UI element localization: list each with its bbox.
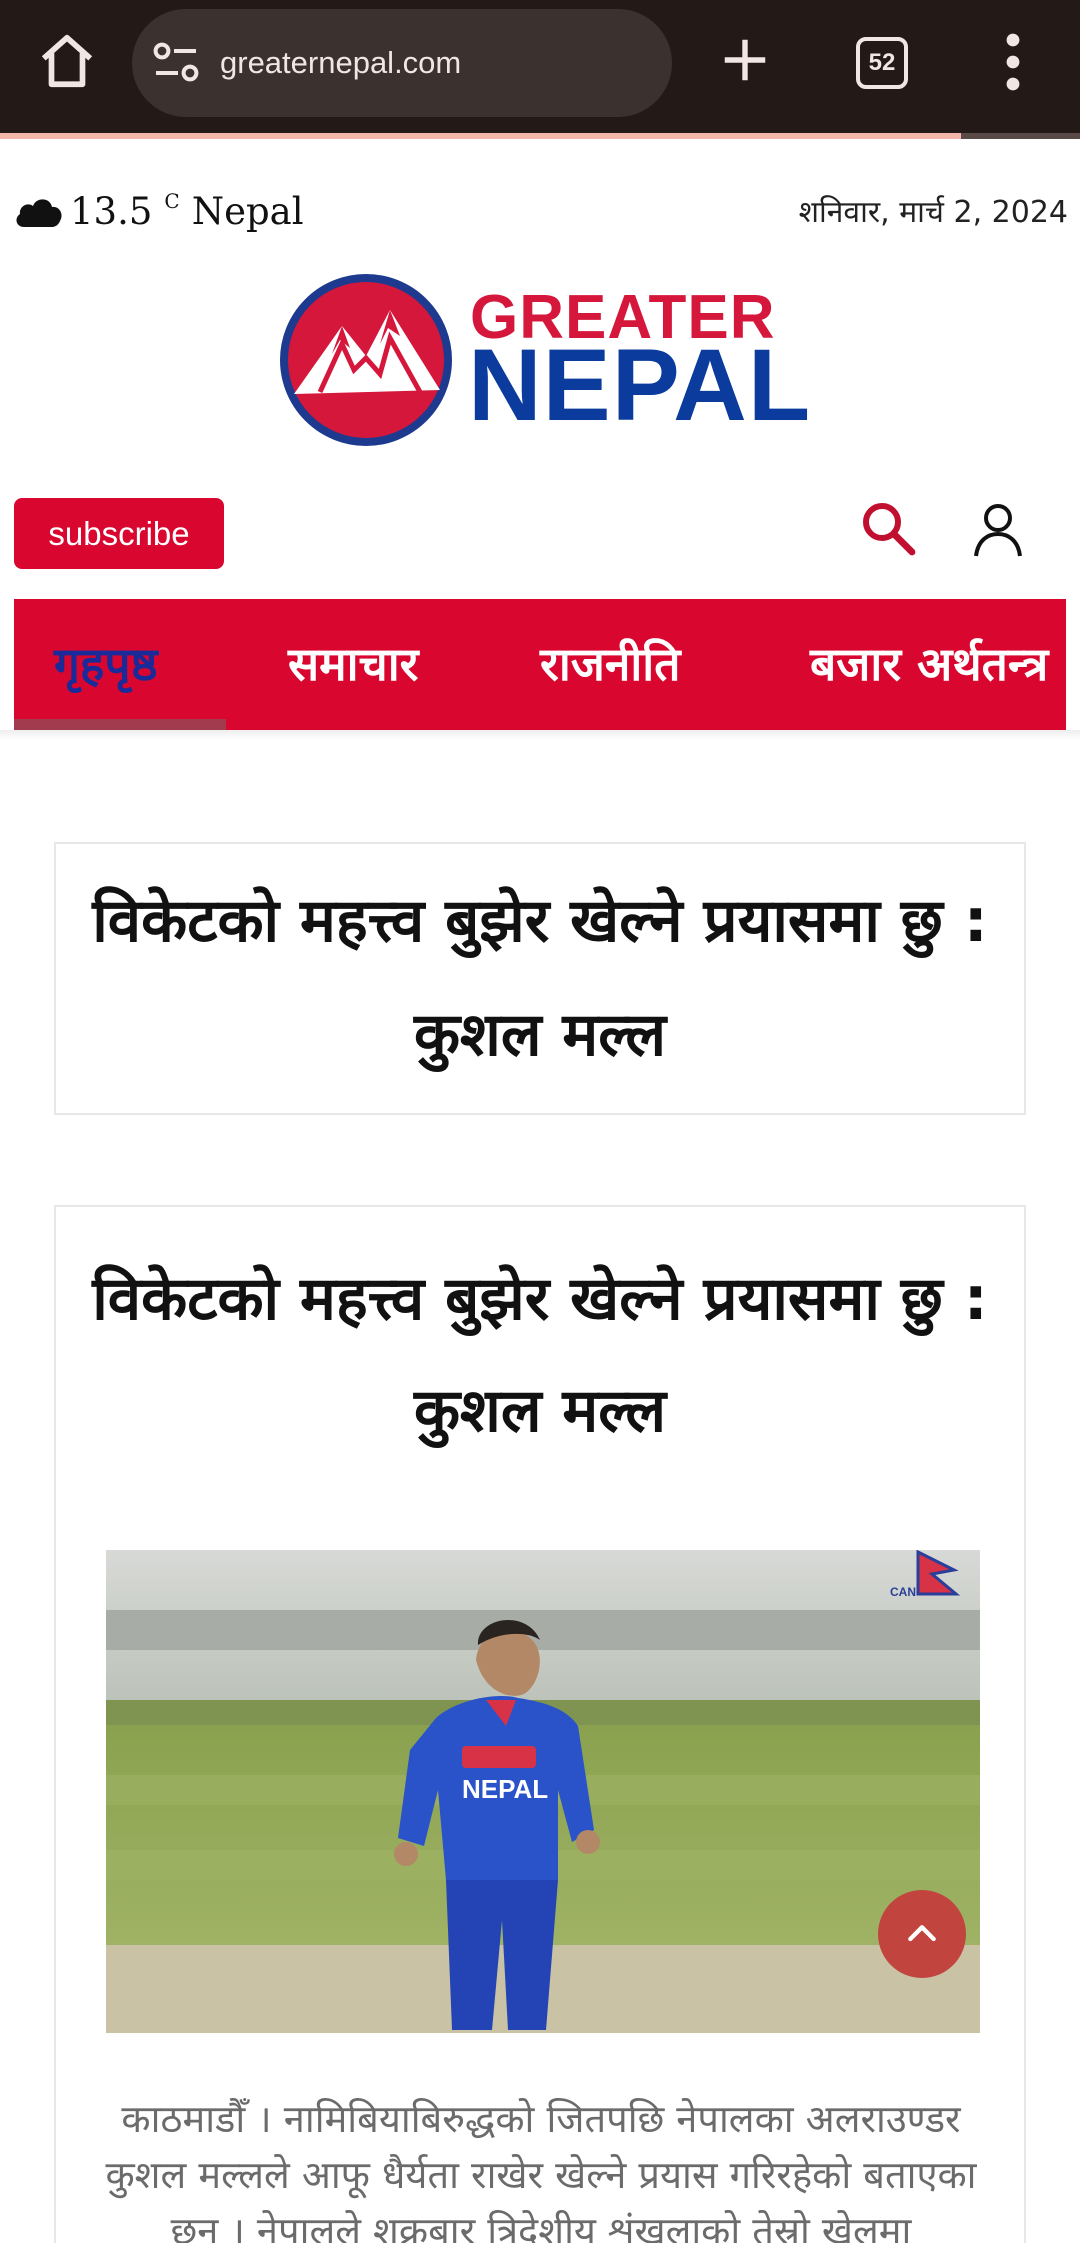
nav-divider	[0, 730, 1080, 740]
nav-item-market-economy[interactable]: बजार अर्थतन्त्र	[810, 599, 1048, 730]
article-headline[interactable]: विकेटको महत्त्व बुझेर खेल्ने प्रयासमा छु…	[56, 1207, 1024, 1467]
weather-widget: 13.5 C Nepal	[14, 186, 304, 236]
site-logo[interactable]: GREATER NEPAL	[280, 274, 810, 448]
nav-item-news[interactable]: समाचार	[288, 599, 418, 730]
address-bar[interactable]: greaternepal.com	[132, 9, 672, 117]
jersey-text: NEPAL	[462, 1774, 548, 1804]
article-photo[interactable]: NEPAL CAN	[106, 1550, 980, 2033]
mountain-logo-icon	[280, 274, 452, 446]
logo-text-nepal: NEPAL	[468, 328, 812, 442]
current-date: शनिवार, मार्च 2, 2024	[798, 195, 1068, 230]
more-options-icon[interactable]	[998, 32, 1028, 92]
home-icon[interactable]	[36, 30, 98, 92]
temperature-value: 13.5	[70, 189, 153, 233]
url-text[interactable]: greaternepal.com	[220, 9, 461, 117]
nav-active-indicator	[14, 719, 226, 730]
user-account-icon[interactable]	[972, 502, 1024, 558]
tab-switcher-button[interactable]: 52	[856, 37, 908, 89]
badge-text: CAN	[890, 1585, 916, 1599]
temperature-unit: C	[164, 189, 180, 213]
nav-item-home[interactable]: गृहपृष्ठ	[54, 599, 158, 730]
main-navigation: गृहपृष्ठ समाचार राजनीति बजार अर्थतन्त्र	[14, 599, 1066, 730]
new-tab-icon[interactable]	[718, 33, 772, 87]
cloud-icon	[16, 199, 62, 227]
nav-item-politics[interactable]: राजनीति	[540, 599, 680, 730]
scroll-to-top-button[interactable]	[878, 1890, 966, 1978]
page-load-progress	[0, 133, 1080, 139]
browser-toolbar: greaternepal.com 52	[0, 0, 1080, 133]
site-settings-icon[interactable]	[152, 41, 200, 85]
article-card: विकेटको महत्त्व बुझेर खेल्ने प्रयासमा छु…	[54, 1205, 1026, 2243]
subscribe-button[interactable]: subscribe	[14, 498, 224, 569]
chevron-up-icon	[908, 1925, 936, 1942]
weather-location: Nepal	[191, 189, 304, 233]
search-icon[interactable]	[860, 500, 916, 556]
page-title: विकेटको महत्त्व बुझेर खेल्ने प्रयासमा छु…	[92, 886, 988, 1070]
article-body: काठमाडौँ । नामिबियाबिरुद्धको जितपछि नेपा…	[105, 2097, 977, 2243]
page-title-box: विकेटको महत्त्व बुझेर खेल्ने प्रयासमा छु…	[54, 842, 1026, 1115]
progress-fill	[0, 133, 962, 139]
